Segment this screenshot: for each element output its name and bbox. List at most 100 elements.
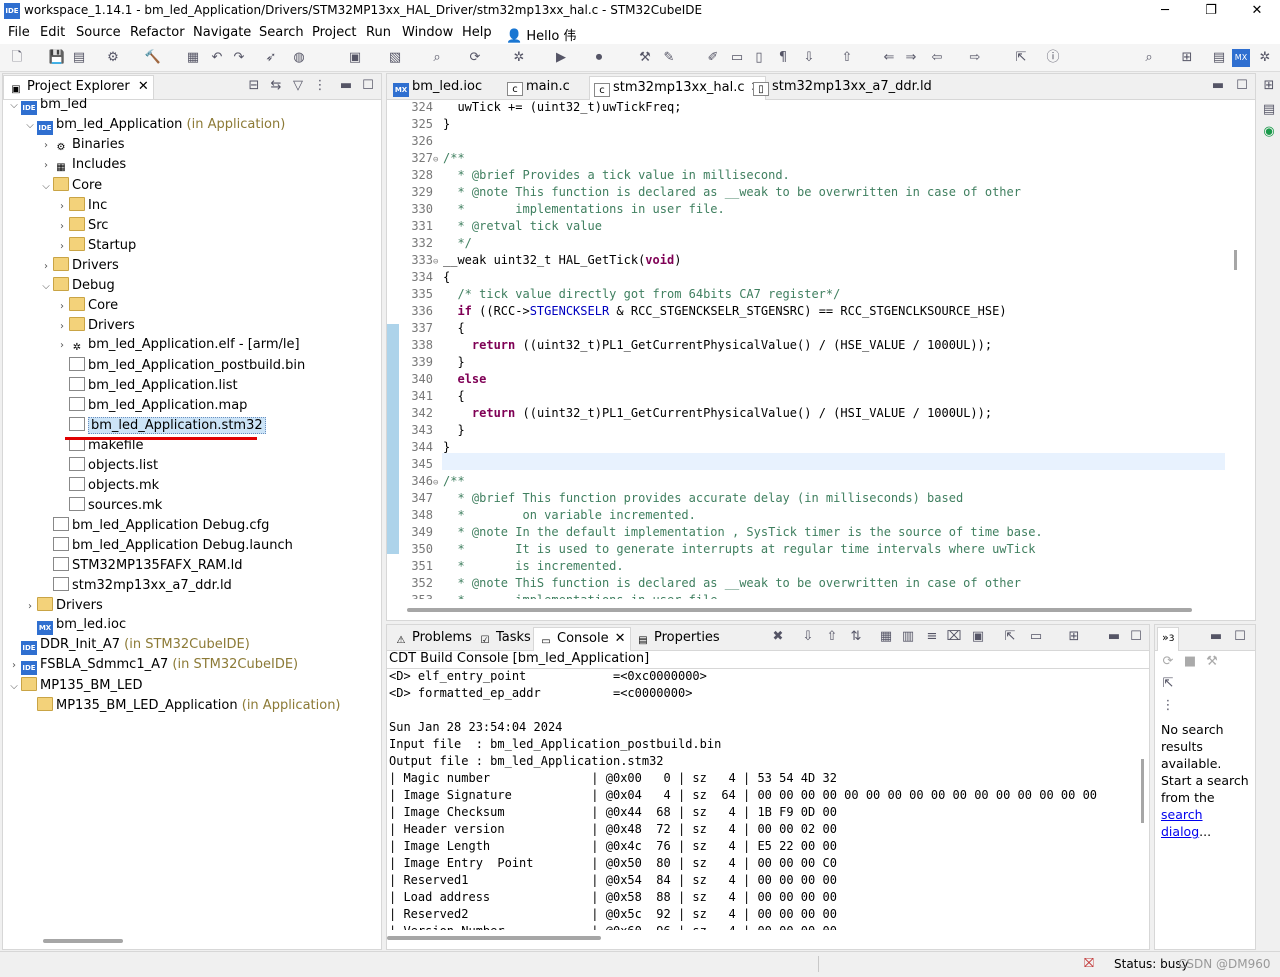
tree-item[interactable]: › ⚙ Binaries [3,137,381,157]
search-icon[interactable]: ⌕ [1140,49,1158,67]
link-editor-icon[interactable]: ⇆ [267,77,285,95]
run-icon[interactable]: ▶ [552,49,570,67]
scroll-up-icon[interactable]: ⇧ [823,628,841,646]
view-menu-icon[interactable]: ⋮ [311,77,329,95]
build-icon[interactable]: 🔨 [144,49,162,67]
tree-item[interactable]: bm_led_Application_postbuild.bin [3,357,381,377]
menu-refactor[interactable]: Refactor [130,25,185,40]
pin-console-icon[interactable]: ⇱ [1001,628,1019,646]
expanded-chevron-icon[interactable]: ⌵ [39,281,53,292]
tree-item[interactable]: › Drivers [3,597,381,617]
menu-window[interactable]: Window [402,25,453,40]
collapsed-chevron-icon[interactable]: › [23,601,37,612]
menu-help[interactable]: Help [462,25,492,40]
pen-icon[interactable]: ✎ [660,49,678,67]
terminate-icon[interactable]: ✖ [769,628,787,646]
collapsed-chevron-icon[interactable]: › [55,301,69,312]
collapsed-chevron-icon[interactable]: › [55,340,69,351]
cpp-perspective-icon[interactable]: ▤ [1210,49,1228,67]
close-icon[interactable]: ✕ [1234,0,1280,22]
maximize-search-icon[interactable]: ☐ [1231,628,1249,646]
menu-search[interactable]: Search [259,25,304,40]
tree-item[interactable]: objects.mk [3,477,381,497]
pointer-icon[interactable]: ➶ [262,49,280,67]
collapsed-chevron-icon[interactable]: › [39,160,53,171]
forward-icon[interactable]: ⇨ [966,49,984,67]
tree-item[interactable]: MX bm_led.ioc [3,617,381,637]
maximize-editor-icon[interactable]: ☐ [1233,77,1251,95]
tree-item[interactable]: ⌵ IDE bm_led_Application (in Application) [3,117,381,137]
open-perspective-icon[interactable]: ⊞ [1178,49,1196,67]
undo-icon[interactable]: ↶ [208,49,226,67]
tree-item[interactable]: ⌵ Debug [3,277,381,297]
block-select-icon[interactable]: ▭ [728,49,746,67]
code-editor[interactable]: 324 uwTick += (uint32_t)uwTickFreq; 325} 3… [399,99,1229,599]
globe-icon[interactable]: ◍ [290,49,308,67]
open-console-icon[interactable]: ⊞ [1065,628,1083,646]
forward-edit-icon[interactable]: ⇒ [902,49,920,67]
outline-icon[interactable]: ⊞ [1260,77,1278,95]
menu-navigate[interactable]: Navigate [193,25,251,40]
console-horizontal-scrollbar[interactable] [387,936,601,940]
tab-problems[interactable]: ⚠ Problems [389,627,476,651]
menu-edit[interactable]: Edit [40,25,65,40]
clear-console-icon[interactable]: ⌧ [945,628,963,646]
display-console-icon[interactable]: ▣ [969,628,987,646]
stop-search-icon[interactable]: ■ [1181,653,1199,671]
collapsed-chevron-icon[interactable]: › [55,241,69,252]
tree-item[interactable]: STM32MP135FAFX_RAM.ld [3,557,381,577]
save-all-icon[interactable]: ▤ [70,49,88,67]
tree-item[interactable]: ⌵ Core [3,177,381,197]
tree-item[interactable]: bm_led_Application Debug.launch [3,537,381,557]
save-icon[interactable]: 💾 [48,49,66,67]
tree-item[interactable]: › ▦ Includes [3,157,381,177]
search-menu-icon[interactable]: ⋮ [1159,697,1177,715]
tree-item[interactable]: bm_led_Application.map [3,397,381,417]
refresh-icon[interactable]: ⟳ [466,49,484,67]
horizontal-scrollbar[interactable] [43,939,123,943]
external-tools-icon[interactable]: ⚒ [636,49,654,67]
tree-item[interactable]: IDE DDR_Init_A7 (in STM32CubeIDE) [3,637,381,657]
tree-item[interactable]: bm_led_Application.list [3,377,381,397]
collapsed-chevron-icon[interactable]: › [7,660,21,671]
menu-project[interactable]: Project [312,25,356,40]
close-tab-icon[interactable]: ✕ [138,79,149,94]
copy-icon[interactable]: ▦ [877,628,895,646]
whitespace-icon[interactable]: ▯ [750,49,768,67]
expanded-chevron-icon[interactable]: ⌵ [39,181,53,192]
menu-source[interactable]: Source [76,25,121,40]
tree-item[interactable]: › Drivers [3,257,381,277]
tree-item[interactable]: ⌵ MP135_BM_LED [3,677,381,697]
debug-perspective-icon[interactable]: ✲ [1256,49,1274,67]
static-stack-icon[interactable]: ◉ [1260,123,1278,141]
tab-bm-led-ioc[interactable]: MX bm_led.ioc [389,76,486,100]
collapsed-chevron-icon[interactable]: › [39,140,53,151]
minimize-view-icon[interactable]: ▬ [337,77,355,95]
collapsed-chevron-icon[interactable]: › [55,201,69,212]
word-wrap-icon[interactable]: ≡ [923,628,941,646]
tree-item[interactable]: bm_led_Application.stm32 [3,417,381,437]
collapsed-chevron-icon[interactable]: › [39,261,53,272]
filter-icon[interactable]: ▽ [289,77,307,95]
expanded-chevron-icon[interactable]: ⌵ [7,100,21,111]
scroll-down-icon[interactable]: ⇩ [799,628,817,646]
tab-stm32mp13xx-hal-c[interactable]: cstm32mp13xx_hal.c✕ [589,76,767,100]
tab-tasks[interactable]: ☑ Tasks [473,627,535,651]
refresh-search-icon[interactable]: ⟳ [1159,653,1177,671]
collapsed-chevron-icon[interactable]: › [55,321,69,332]
tab-main-c[interactable]: c main.c [503,76,574,100]
collapse-all-icon[interactable]: ⊟ [245,77,263,95]
last-edit-icon[interactable]: ⇐ [880,49,898,67]
pin-search-icon[interactable]: ⇱ [1159,675,1177,693]
tree-item[interactable]: stm32mp13xx_a7_ddr.ld [3,577,381,597]
tab-console[interactable]: ▭ Console ✕ [533,627,631,651]
editor-horizontal-scrollbar[interactable] [407,608,1192,612]
expanded-chevron-icon[interactable]: ⌵ [7,681,21,692]
collapsed-chevron-icon[interactable]: › [55,221,69,232]
maximize-console-icon[interactable]: ☐ [1127,628,1145,646]
tree-item[interactable]: bm_led_Application Debug.cfg [3,517,381,537]
tree-item[interactable]: › Inc [3,197,381,217]
settings-icon[interactable]: ⚙ [104,49,122,67]
maximize-view-icon[interactable]: ☐ [359,77,377,95]
minimize-console-icon[interactable]: ▬ [1105,628,1123,646]
